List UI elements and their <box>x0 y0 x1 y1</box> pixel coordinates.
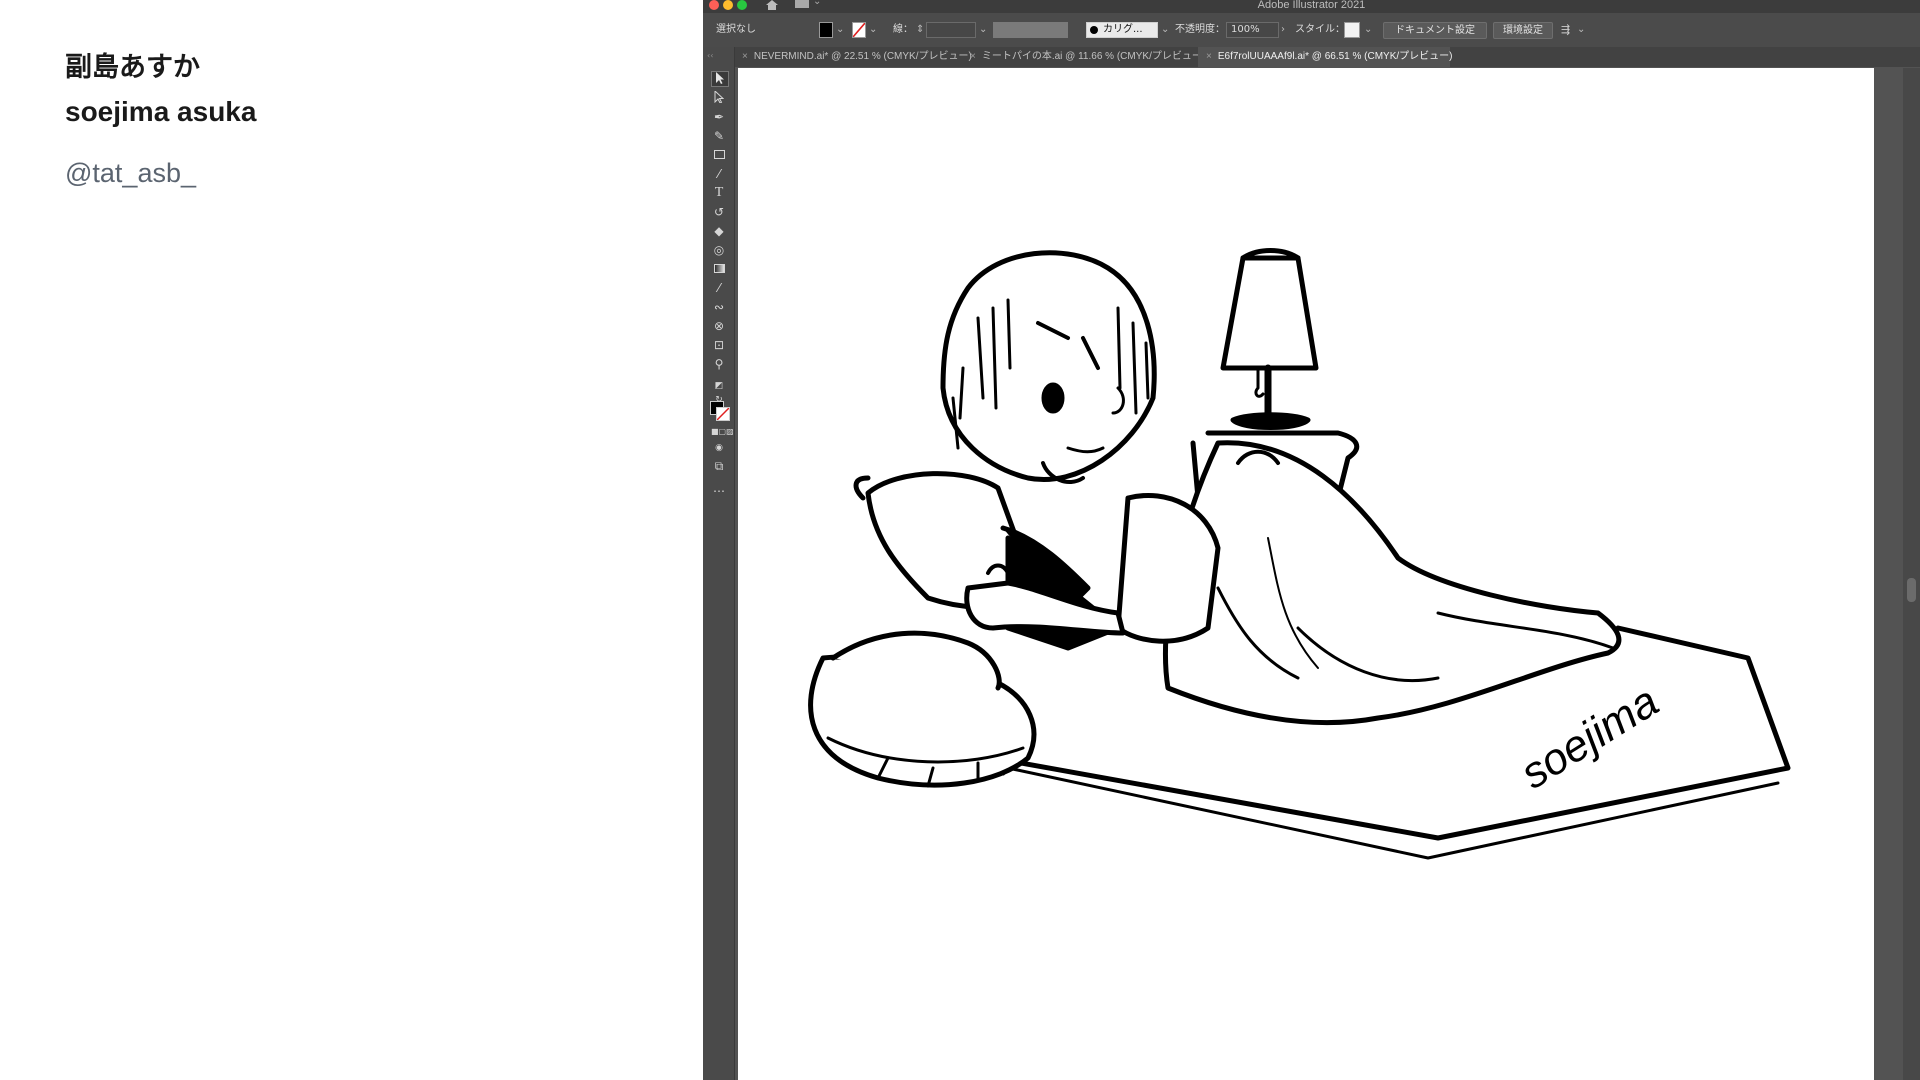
direct-selection-tool-icon[interactable] <box>711 89 727 105</box>
artboard-tool-icon[interactable]: ⊡ <box>711 338 727 352</box>
pen-tool-icon[interactable]: ✒ <box>711 110 727 124</box>
variable-width-profile[interactable] <box>993 22 1068 38</box>
artboard-canvas[interactable]: soejima <box>738 68 1874 1080</box>
chevron-down-icon[interactable]: ⌄ <box>1577 22 1585 38</box>
gradient-tool-icon[interactable] <box>711 262 727 276</box>
blend-tool-icon[interactable]: ∾ <box>711 300 727 314</box>
brush-name: カリグ... <box>1103 24 1143 35</box>
symbol-sprayer-tool-icon[interactable]: ⊗ <box>711 319 727 333</box>
rectangle-tool-icon[interactable] <box>711 148 727 162</box>
scrollbar-thumb[interactable] <box>1907 578 1916 602</box>
panel-collapse-icon[interactable]: ‹‹ <box>707 51 713 60</box>
tab-label: NEVERMIND.ai* @ 22.51 % (CMYK/プレビュー) <box>753 51 972 62</box>
stroke-color-swatch[interactable] <box>852 22 866 38</box>
document-tab-active[interactable]: × E6f7rolUUAAAf9l.ai* @ 66.51 % (CMYK/プレビ… <box>1198 47 1453 67</box>
title-bar: ⌄ Adobe Illustrator 2021 <box>703 0 1920 13</box>
default-colors-icon[interactable]: ◩ ↻ <box>711 379 727 405</box>
stepper-icon[interactable]: ⇕ <box>916 22 924 38</box>
chevron-down-icon[interactable]: ⌄ <box>1364 22 1372 38</box>
chevron-down-icon[interactable]: ⌄ <box>1161 22 1169 38</box>
profile-panel: 副島あすか soejima asuka @tat_asb_ <box>65 48 256 189</box>
tab-label: ミートパイの本.ai @ 11.66 % (CMYK/プレビュー) <box>981 51 1206 62</box>
control-bar: 選択なし ⌄ ⌄ 線： ⇕ ⌄ カリグ... ⌄ 不透明度： 100% › スタ… <box>703 13 1920 48</box>
author-name-japanese: 副島あすか <box>65 52 200 83</box>
selection-tool-icon[interactable] <box>711 71 729 87</box>
tab-label: E6f7rolUUAAAf9l.ai* @ 66.51 % (CMYK/プレビュ… <box>1217 51 1453 62</box>
opacity-label: 不透明度： <box>1175 24 1225 35</box>
opacity-field[interactable]: 100% <box>1226 22 1279 38</box>
document-tab-bar: × NEVERMIND.ai* @ 22.51 % (CMYK/プレビュー) × ミ… <box>734 47 1920 67</box>
type-tool-icon[interactable]: T <box>711 186 727 200</box>
eraser-tool-icon[interactable]: ◆ <box>711 224 727 238</box>
opacity-value: 100% <box>1231 24 1260 35</box>
tools-panel: ‹‹ ✒ ✎ ⁄ T ↺ ◆ ◎ ⁄ ∾ ⊗ ⊡ ⚲ ◩ ↻ ■▢▨ ◉ ⧉ … <box>703 47 735 1080</box>
document-setup-button[interactable]: ドキュメント設定 <box>1383 22 1487 39</box>
stroke-swatch[interactable] <box>716 407 730 421</box>
preferences-button[interactable]: 環境設定 <box>1493 22 1553 39</box>
close-tab-icon[interactable]: × <box>742 51 748 62</box>
artwork-signature: soejima <box>1512 677 1667 799</box>
brush-dot-icon <box>1090 26 1098 34</box>
window-title: Adobe Illustrator 2021 <box>1257 0 1366 11</box>
artwork-illustration: soejima <box>808 248 1791 860</box>
brush-definition-field[interactable]: カリグ... <box>1086 22 1158 38</box>
close-tab-icon[interactable]: × <box>970 51 976 62</box>
chevron-down-icon[interactable]: ⌄ <box>869 22 877 38</box>
chevron-down-icon[interactable]: ⌄ <box>836 22 844 38</box>
chevron-right-icon[interactable]: › <box>1281 22 1285 38</box>
author-name-english: soejima asuka <box>65 96 257 127</box>
document-tab[interactable]: × NEVERMIND.ai* @ 22.51 % (CMYK/プレビュー) <box>734 47 972 67</box>
shape-builder-tool-icon[interactable]: ◎ <box>711 243 727 257</box>
screen-mode-icon[interactable]: ⧉ <box>711 459 727 473</box>
more-tools-icon[interactable]: … <box>711 481 727 495</box>
author-handle[interactable]: @tat_asb_ <box>65 158 256 189</box>
selection-status: 選択なし <box>716 24 756 35</box>
no-stroke-icon <box>853 23 865 37</box>
close-tab-icon[interactable]: × <box>1206 51 1212 62</box>
fill-color-swatch[interactable] <box>819 22 833 38</box>
curvature-tool-icon[interactable]: ✎ <box>711 129 727 143</box>
zoom-tool-icon[interactable]: ⚲ <box>711 357 727 371</box>
vertical-scrollbar[interactable] <box>1903 68 1920 1080</box>
document-tab[interactable]: × ミートパイの本.ai @ 11.66 % (CMYK/プレビュー) <box>962 47 1205 67</box>
graphic-style-swatch[interactable] <box>1344 22 1360 38</box>
paintbrush-tool-icon[interactable]: ⁄ <box>711 167 727 181</box>
arrange-documents-icon[interactable]: ⇶ <box>1561 22 1570 38</box>
stroke-weight-field[interactable] <box>926 22 976 38</box>
illustrator-window: ⌄ Adobe Illustrator 2021 選択なし ⌄ ⌄ 線： ⇕ ⌄… <box>703 0 1920 1080</box>
style-label: スタイル： <box>1295 24 1345 35</box>
draw-mode-icon[interactable]: ◉ <box>711 441 727 455</box>
eyedropper-tool-icon[interactable]: ⁄ <box>711 281 727 295</box>
rotate-tool-icon[interactable]: ↺ <box>711 205 727 219</box>
color-mode-icons[interactable]: ■▢▨ <box>711 425 734 439</box>
stroke-weight-label: 線： <box>893 24 913 35</box>
chevron-down-icon[interactable]: ⌄ <box>979 22 987 38</box>
